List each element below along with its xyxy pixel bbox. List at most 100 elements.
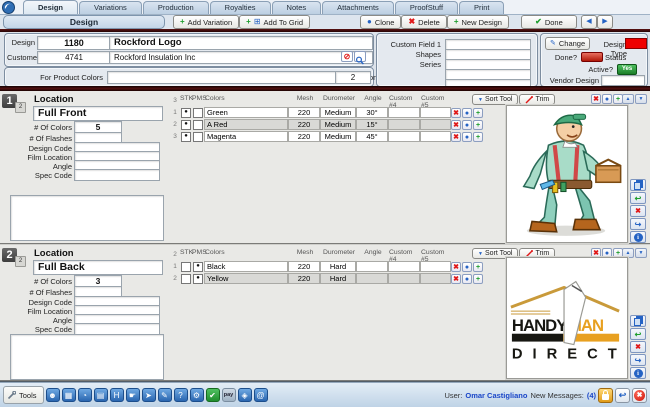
redo-button[interactable]: ↪ <box>630 218 646 230</box>
design-name-field[interactable]: Rockford Logo <box>109 36 373 50</box>
tab-royalties[interactable]: Royalties <box>210 1 271 14</box>
calendar-icon[interactable]: ▦ <box>62 388 76 402</box>
stk-checkbox[interactable]: ● <box>181 108 191 118</box>
delete-row-button[interactable]: ✖ <box>451 274 461 284</box>
angle-cell[interactable]: 30° <box>356 107 388 118</box>
add-row-button[interactable]: + <box>473 108 483 118</box>
angle-cell[interactable]: 45° <box>356 131 388 142</box>
spiral-icon[interactable]: @ <box>254 388 268 402</box>
new-design-button[interactable]: + New Design <box>447 15 509 29</box>
design-mode-button[interactable]: Design <box>3 15 165 29</box>
prev-record-button[interactable]: ◀ <box>581 15 597 29</box>
copy-artwork-button[interactable] <box>630 315 646 327</box>
color-name-cell[interactable]: Green <box>204 107 288 118</box>
hold-icon[interactable]: H <box>110 388 124 402</box>
color-name-cell[interactable]: A Red <box>204 119 288 130</box>
pms-checkbox[interactable] <box>193 120 203 130</box>
artwork-info-button[interactable]: i <box>630 231 646 243</box>
select-row-button[interactable]: ● <box>462 262 472 272</box>
angle-cell[interactable] <box>356 261 388 272</box>
clipboard-icon[interactable]: ▤ <box>94 388 108 402</box>
search-customer-icon[interactable] <box>354 51 366 62</box>
messages-count[interactable]: (4) <box>587 391 596 400</box>
location-notes-box[interactable] <box>10 334 164 380</box>
custom5-cell[interactable] <box>420 261 451 272</box>
custom4-cell[interactable] <box>388 261 420 272</box>
custom4-cell[interactable] <box>388 131 420 142</box>
move-up-button[interactable]: ▲ <box>622 94 634 104</box>
tab-attachments[interactable]: Attachments <box>322 1 394 14</box>
sort-tool-button[interactable]: ▼Sort Tool <box>472 94 518 105</box>
delete-row-button[interactable]: ✖ <box>451 120 461 130</box>
mesh-cell[interactable]: 220 <box>288 107 320 118</box>
pen-icon[interactable]: ✎ <box>158 388 172 402</box>
durometer-cell[interactable]: Medium <box>320 119 356 130</box>
customer-name-field[interactable]: Rockford Insulation Inc <box>109 51 373 64</box>
tab-production[interactable]: Production <box>143 1 209 14</box>
pms-checkbox[interactable] <box>193 108 203 118</box>
add-to-grid-button[interactable]: + ⊞ Add To Grid <box>239 15 310 29</box>
dart-icon[interactable]: ➤ <box>142 388 156 402</box>
done-button[interactable]: ✔ Done <box>521 15 577 29</box>
custom5-cell[interactable] <box>420 273 451 284</box>
settings-gear-icon[interactable]: ⚙ <box>190 388 204 402</box>
select-row-button[interactable]: ● <box>602 94 612 104</box>
select-row-button[interactable]: ● <box>462 120 472 130</box>
tab-design[interactable]: Design <box>23 0 78 14</box>
stk-checkbox[interactable]: ● <box>181 132 191 142</box>
mesh-cell[interactable]: 220 <box>288 261 320 272</box>
mesh-cell[interactable]: 220 <box>288 273 320 284</box>
delete-row-button[interactable]: ✖ <box>451 262 461 272</box>
location-name-field[interactable]: Full Back <box>33 260 163 275</box>
artwork-preview[interactable] <box>506 105 628 243</box>
design-number-field[interactable]: 1180 <box>37 36 111 50</box>
move-down-button[interactable]: ▼ <box>635 248 647 258</box>
custom4-cell[interactable] <box>388 107 420 118</box>
vendor-design-id-field[interactable] <box>601 75 645 86</box>
custom5-cell[interactable] <box>420 107 451 118</box>
add-row-button[interactable]: + <box>473 262 483 272</box>
mesh-cell[interactable]: 220 <box>288 131 320 142</box>
undo-button[interactable]: ↩ <box>630 192 646 204</box>
check-icon[interactable]: ✔ <box>206 388 220 402</box>
select-row-button[interactable]: ● <box>462 274 472 284</box>
add-row-button[interactable]: + <box>473 120 483 130</box>
clear-customer-icon[interactable]: ⊘ <box>341 51 353 62</box>
stk-checkbox[interactable]: ● <box>181 120 191 130</box>
exit-button[interactable]: ✖ <box>632 388 647 403</box>
next-record-button[interactable]: ▶ <box>597 15 613 29</box>
tab-variations[interactable]: Variations <box>79 1 142 14</box>
durometer-cell[interactable]: Hard <box>320 261 356 272</box>
delete-artwork-button[interactable]: ✖ <box>630 205 646 217</box>
select-row-button[interactable]: ● <box>462 108 472 118</box>
durometer-cell[interactable]: Hard <box>320 273 356 284</box>
delete-button[interactable]: ✖ Delete <box>401 15 446 29</box>
back-button[interactable]: ↩ <box>615 388 630 403</box>
redo-button[interactable]: ↪ <box>630 354 646 366</box>
color-name-cell[interactable]: Yellow <box>204 273 288 284</box>
custom4-cell[interactable] <box>388 273 420 284</box>
location-notes-box[interactable] <box>10 195 164 241</box>
color-name-cell[interactable]: Magenta <box>204 131 288 142</box>
pms-checkbox[interactable] <box>193 132 203 142</box>
undo-button[interactable]: ↩ <box>630 328 646 340</box>
delete-row-button[interactable]: ✖ <box>591 94 601 104</box>
done-indicator-button[interactable] <box>581 52 603 62</box>
move-down-button[interactable]: ▼ <box>635 94 647 104</box>
location-name-field[interactable]: Full Front <box>33 106 163 121</box>
active-yes-button[interactable]: Yes <box>617 64 637 75</box>
delete-row-button[interactable]: ✖ <box>451 108 461 118</box>
add-row-button[interactable]: + <box>473 132 483 142</box>
hand-pointer-icon[interactable]: ☛ <box>126 388 140 402</box>
copy-artwork-button[interactable] <box>630 179 646 191</box>
custom5-cell[interactable] <box>420 119 451 130</box>
clone-button[interactable]: ● Clone <box>360 15 401 29</box>
send-icon[interactable]: ◈ <box>238 388 252 402</box>
select-row-button[interactable]: ● <box>462 132 472 142</box>
history-icon[interactable]: ◔ <box>78 388 92 402</box>
design-type-swatch[interactable] <box>625 38 647 49</box>
angle-cell[interactable]: 15° <box>356 119 388 130</box>
durometer-cell[interactable]: Medium <box>320 107 356 118</box>
add-row-button[interactable]: + <box>473 274 483 284</box>
custom5-cell[interactable] <box>420 131 451 142</box>
